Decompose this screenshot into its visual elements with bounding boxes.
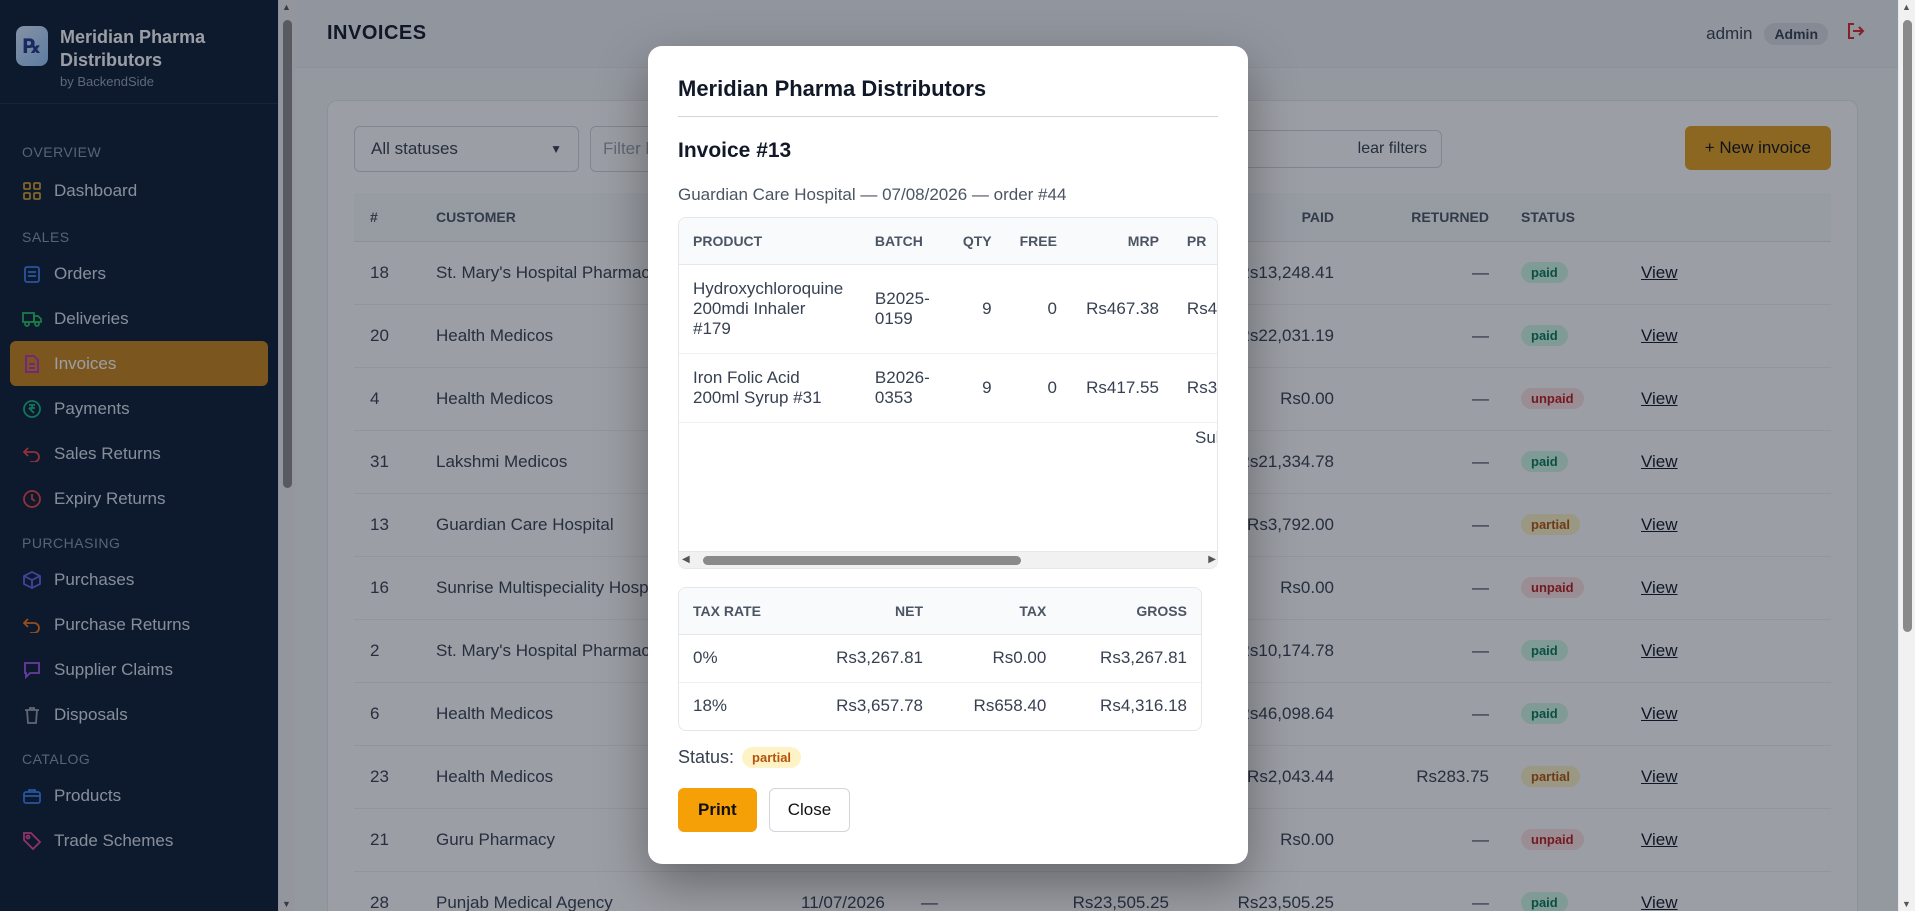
items-col-free: FREE <box>1005 218 1071 265</box>
tax-col-net: NET <box>796 588 938 635</box>
modal-company-name: Meridian Pharma Distributors <box>678 76 1218 117</box>
items-col-batch: BATCH <box>860 218 944 265</box>
item-mrp: Rs467.38 <box>1070 264 1173 354</box>
modal-actions: Print Close <box>678 788 1218 832</box>
tax-row: 18% Rs3,657.78 Rs658.40 Rs4,316.18 <box>679 682 1201 730</box>
modal-status: Status: partial <box>678 747 1218 768</box>
item-mrp: Rs417.55 <box>1070 353 1173 423</box>
invoice-item-row: Hydroxychloroquine 200mdi Inhaler #179 B2… <box>679 264 1217 354</box>
item-product: Hydroxychloroquine 200mdi Inhaler #179 <box>679 264 861 354</box>
item-free: 0 <box>1005 353 1071 423</box>
items-col-qty: QTY <box>943 218 1006 265</box>
scroll-left-icon[interactable]: ◀ <box>682 554 690 565</box>
item-product: Iron Folic Acid 200ml Syrup #31 <box>679 353 861 423</box>
scrollbar-thumb[interactable] <box>703 556 1021 565</box>
items-horizontal-scrollbar[interactable]: ◀ ▶ <box>679 551 1217 568</box>
item-batch: B2025-0159 <box>860 264 944 354</box>
items-col-product: PRODUCT <box>679 218 861 265</box>
tax-amount: Rs0.00 <box>937 634 1061 683</box>
modal-invoice-title: Invoice #13 <box>678 139 792 162</box>
page-scrollbar[interactable]: ▲ ▼ <box>1898 0 1915 911</box>
tax-summary: TAX RATE NET TAX GROSS 0% Rs3,267.81 Rs0.0… <box>678 587 1202 731</box>
scroll-down-icon[interactable]: ▼ <box>1902 899 1911 909</box>
tax-rate: 0% <box>679 634 797 683</box>
tax-amount: Rs658.40 <box>973 696 1047 716</box>
items-col-mrp: MRP <box>1070 218 1173 265</box>
item-ptr: Rs363 <box>1172 353 1217 423</box>
tax-row: 0% Rs3,267.81 Rs0.00 Rs3,267.81 <box>679 634 1201 683</box>
print-button[interactable]: Print <box>678 788 757 832</box>
invoice-items-scroll[interactable]: PRODUCT BATCH QTY FREE MRP PR Hydroxychl… <box>678 217 1218 569</box>
tax-summary-table: TAX RATE NET TAX GROSS 0% Rs3,267.81 Rs0.0… <box>679 588 1201 730</box>
item-qty: 9 <box>943 353 1006 423</box>
tax-gross: Rs3,267.81 <box>1060 634 1201 683</box>
modal-invoice-meta: Guardian Care Hospital — 07/08/2026 — or… <box>678 185 1067 204</box>
item-qty: 9 <box>943 264 1006 354</box>
item-free: 0 <box>1005 264 1071 354</box>
status-badge: partial <box>742 747 802 768</box>
invoice-item-row: Iron Folic Acid 200ml Syrup #31 B2026-035… <box>679 353 1217 423</box>
tax-gross: Rs4,316.18 <box>1100 696 1187 716</box>
item-ptr: Rs406 <box>1172 264 1217 354</box>
subtotal-label: Sub <box>1195 428 1217 447</box>
tax-col-rate: TAX RATE <box>679 588 797 635</box>
tax-net: Rs3,267.81 <box>796 634 938 683</box>
items-col-ptr: PR <box>1172 218 1217 265</box>
tax-net: Rs3,657.78 <box>836 696 924 716</box>
scroll-right-icon[interactable]: ▶ <box>1208 554 1216 565</box>
invoice-items-table: PRODUCT BATCH QTY FREE MRP PR Hydroxychl… <box>679 218 1217 423</box>
invoice-modal: Meridian Pharma Distributors Invoice #13… <box>648 46 1248 864</box>
close-button[interactable]: Close <box>768 788 851 832</box>
item-batch: B2026-0353 <box>860 353 944 423</box>
tax-col-tax: TAX <box>937 588 1061 635</box>
scrollbar-thumb[interactable] <box>1903 20 1912 632</box>
modal-status-label: Status: <box>678 747 735 767</box>
scroll-up-icon[interactable]: ▲ <box>1902 2 1911 12</box>
tax-rate: 18% <box>693 696 728 716</box>
tax-col-gross: GROSS <box>1060 588 1201 635</box>
